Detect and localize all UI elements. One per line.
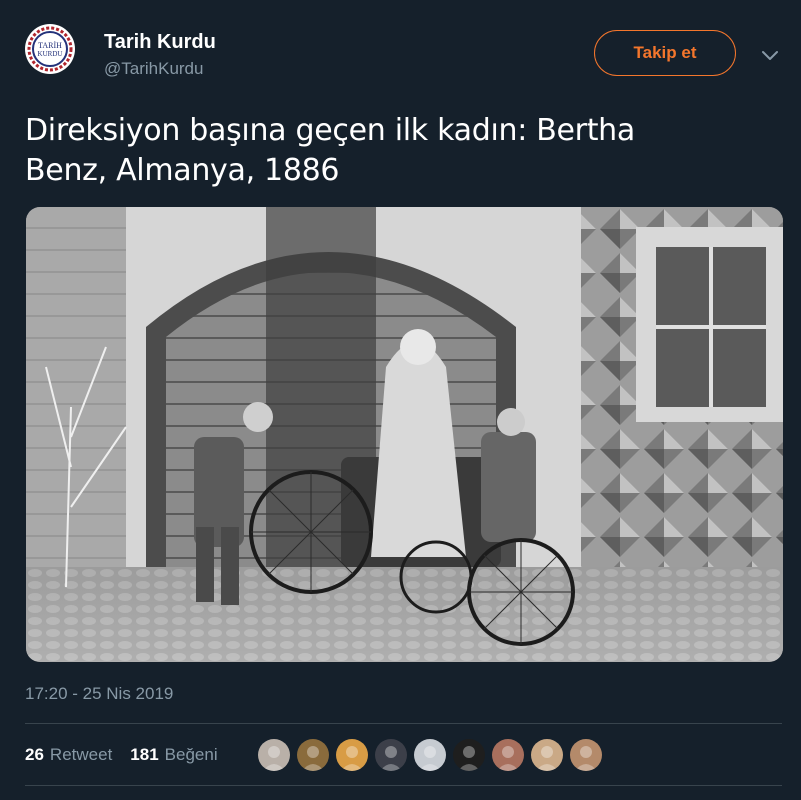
liker-avatars	[258, 739, 609, 771]
tweet-text-line: Benz, Almanya, 1886	[25, 153, 340, 188]
follow-button[interactable]: Takip et	[594, 30, 736, 76]
liker-avatar-8[interactable]	[531, 739, 563, 771]
tweet-header: TARİH KURDU Tarih Kurdu @TarihKurdu Taki…	[0, 0, 801, 100]
tweet-timestamp[interactable]: 17:20 - 25 Nis 2019	[25, 683, 173, 705]
liker-avatar-7[interactable]	[492, 739, 524, 771]
liker-avatar-2[interactable]	[297, 739, 329, 771]
avatar-logo-line1: TARİH	[38, 41, 62, 50]
display-name[interactable]: Tarih Kurdu	[104, 30, 216, 54]
retweet-label: Retweet	[49, 745, 113, 764]
divider	[25, 785, 782, 786]
like-count: 181	[130, 745, 159, 764]
tweet-stats: 26 Retweet 181 Beğeni	[25, 744, 218, 766]
tweet-photo[interactable]	[26, 207, 783, 662]
tarih-kurdu-logo-icon: TARİH KURDU	[26, 25, 74, 73]
like-label: Beğeni	[164, 745, 218, 764]
like-count-link[interactable]: 181 Beğeni	[130, 745, 217, 765]
historic-photo-image	[26, 207, 783, 662]
chevron-down-icon[interactable]	[758, 46, 782, 66]
liker-avatar-1[interactable]	[258, 739, 290, 771]
tweet-text-line: Direksiyon başına geçen ilk kadın: Berth…	[25, 113, 635, 148]
liker-avatar-9[interactable]	[570, 739, 602, 771]
divider	[25, 723, 782, 724]
retweet-count-link[interactable]: 26 Retweet	[25, 745, 112, 765]
account-handle[interactable]: @TarihKurdu	[104, 58, 203, 80]
retweet-count: 26	[25, 745, 44, 764]
liker-avatar-6[interactable]	[453, 739, 485, 771]
avatar-logo-line2: KURDU	[38, 50, 63, 58]
liker-avatar-4[interactable]	[375, 739, 407, 771]
liker-avatar-5[interactable]	[414, 739, 446, 771]
liker-avatar-3[interactable]	[336, 739, 368, 771]
tweet-text: Direksiyon başına geçen ilk kadın: Berth…	[25, 111, 765, 191]
account-avatar[interactable]: TARİH KURDU	[25, 24, 75, 74]
